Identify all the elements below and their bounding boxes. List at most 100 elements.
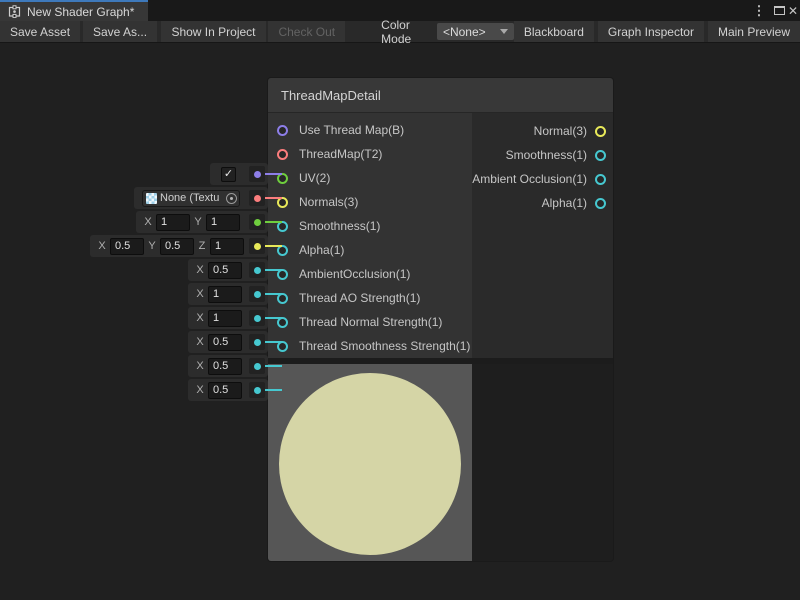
port-dot (254, 315, 261, 322)
output-port-smoothness[interactable] (595, 150, 606, 161)
port-connector-well (249, 166, 265, 182)
input-port-label: Smoothness(1) (299, 219, 380, 233)
port-dot (254, 363, 261, 370)
number-field-thread-smoothness-strength[interactable]: 0.5 (208, 382, 242, 399)
node-threadmapdetail[interactable]: ThreadMapDetail Use Thread Map(B) Thread… (268, 78, 613, 561)
preview-empty-area (472, 364, 613, 561)
node-body: Use Thread Map(B) ThreadMap(T2) UV(2) No… (268, 113, 613, 358)
widget-thread-normal-strength: X 0.5 (188, 355, 268, 377)
port-dot (254, 219, 261, 226)
shader-graph-icon (8, 5, 21, 18)
widget-smoothness: X 0.5 (188, 259, 268, 281)
preview-viewport (268, 364, 472, 561)
tab-new-shader-graph[interactable]: New Shader Graph* (0, 0, 148, 21)
number-field-smoothness[interactable]: 0.5 (208, 262, 242, 279)
port-connector-well (249, 382, 265, 398)
input-port-row: Smoothness(1) (268, 214, 472, 238)
port-connector-well (249, 238, 265, 254)
input-port-label: UV(2) (299, 171, 330, 185)
blackboard-button[interactable]: Blackboard (514, 21, 594, 42)
input-port-row: Thread Smoothness Strength(1) (268, 334, 472, 358)
output-port-label: Alpha(1) (542, 196, 587, 210)
close-icon[interactable]: ✕ (786, 0, 800, 21)
input-port-label: Normals(3) (299, 195, 358, 209)
widget-thread-ao-strength: X 0.5 (188, 331, 268, 353)
input-port-threadmap[interactable] (277, 149, 288, 160)
input-port-row: Thread Normal Strength(1) (268, 310, 472, 334)
use-thread-map-checkbox[interactable]: ✓ (221, 167, 236, 182)
node-title: ThreadMapDetail (281, 88, 381, 103)
input-port-row: Use Thread Map(B) (268, 118, 472, 142)
output-port-ambient-occlusion[interactable] (595, 174, 606, 185)
widget-alpha: X 1 (188, 283, 268, 305)
chevron-down-icon (500, 29, 508, 34)
axis-label: Y (194, 216, 202, 228)
texture-object-field[interactable]: None (Textu (142, 190, 240, 207)
output-port-label: Smoothness(1) (506, 148, 587, 162)
output-port-normal[interactable] (595, 126, 606, 137)
input-port-label: Alpha(1) (299, 243, 344, 257)
save-asset-button[interactable]: Save Asset (0, 21, 80, 42)
widget-ambientocclusion: X 1 (188, 307, 268, 329)
axis-label: X (196, 384, 204, 396)
port-connector-well (249, 310, 265, 326)
save-as-button[interactable]: Save As... (83, 21, 157, 42)
axis-label: X (196, 264, 204, 276)
node-input-column: Use Thread Map(B) ThreadMap(T2) UV(2) No… (268, 113, 472, 358)
output-port-alpha[interactable] (595, 198, 606, 209)
input-port-label: AmbientOcclusion(1) (299, 267, 410, 281)
main-preview-button[interactable]: Main Preview (708, 21, 800, 42)
object-picker-icon[interactable] (226, 193, 237, 204)
axis-label: X (196, 360, 204, 372)
number-field-thread-normal-strength[interactable]: 0.5 (208, 358, 242, 375)
axis-label: Z (198, 240, 206, 252)
input-port-label: Thread Smoothness Strength(1) (299, 339, 470, 353)
axis-label: X (196, 288, 204, 300)
toolbar: Save Asset Save As... Show In Project Ch… (0, 21, 800, 43)
show-in-project-button[interactable]: Show In Project (161, 21, 265, 42)
axis-label: X (144, 216, 152, 228)
number-field-ambientocclusion[interactable]: 1 (208, 310, 242, 327)
number-field-normals-y[interactable]: 0.5 (160, 238, 194, 255)
number-field-normals-x[interactable]: 0.5 (110, 238, 144, 255)
input-port-label: Thread AO Strength(1) (299, 291, 420, 305)
port-connector-well (249, 214, 265, 230)
output-port-label: Ambient Occlusion(1) (472, 172, 587, 186)
color-mode-value: <None> (443, 25, 486, 39)
maximize-icon[interactable] (772, 0, 786, 21)
number-field-uv-y[interactable]: 1 (206, 214, 240, 231)
tab-title: New Shader Graph* (27, 5, 134, 19)
widget-use-thread-map: ✓ (210, 163, 268, 185)
number-field-normals-z[interactable]: 1 (210, 238, 244, 255)
node-header[interactable]: ThreadMapDetail (268, 78, 613, 113)
input-port-use-thread-map[interactable] (277, 125, 288, 136)
widget-normals: X 0.5 Y 0.5 Z 1 (90, 235, 268, 257)
number-field-thread-ao-strength[interactable]: 0.5 (208, 334, 242, 351)
output-port-row: Normal(3) (472, 119, 613, 143)
input-port-label: Thread Normal Strength(1) (299, 315, 442, 329)
axis-label: X (196, 336, 204, 348)
port-dot (254, 171, 261, 178)
graph-inspector-button[interactable]: Graph Inspector (598, 21, 704, 42)
node-output-column: Normal(3) Smoothness(1) Ambient Occlusio… (472, 113, 613, 358)
widget-thread-smoothness-strength: X 0.5 (188, 379, 268, 401)
port-connector-well (249, 190, 265, 206)
widget-threadmap: None (Textu (134, 187, 268, 209)
axis-label: Y (148, 240, 156, 252)
color-mode-dropdown[interactable]: <None> (437, 23, 514, 40)
menu-icon[interactable]: ⋮ (752, 0, 766, 21)
shader-graph-window: New Shader Graph* ⋮ ✕ Save Asset Save As… (0, 0, 800, 600)
port-connector-well (249, 286, 265, 302)
input-port-row: ThreadMap(T2) (268, 142, 472, 166)
texture-icon (146, 193, 157, 204)
port-dot (254, 195, 261, 202)
port-connector-well (249, 358, 265, 374)
color-mode-label: Color Mode (377, 21, 431, 42)
number-field-alpha[interactable]: 1 (208, 286, 242, 303)
input-port-label: Use Thread Map(B) (299, 123, 404, 137)
graph-canvas[interactable]: ThreadMapDetail Use Thread Map(B) Thread… (0, 43, 800, 600)
axis-label: X (98, 240, 106, 252)
input-port-row: Normals(3) (268, 190, 472, 214)
number-field-uv-x[interactable]: 1 (156, 214, 190, 231)
preview-sphere (279, 373, 461, 555)
